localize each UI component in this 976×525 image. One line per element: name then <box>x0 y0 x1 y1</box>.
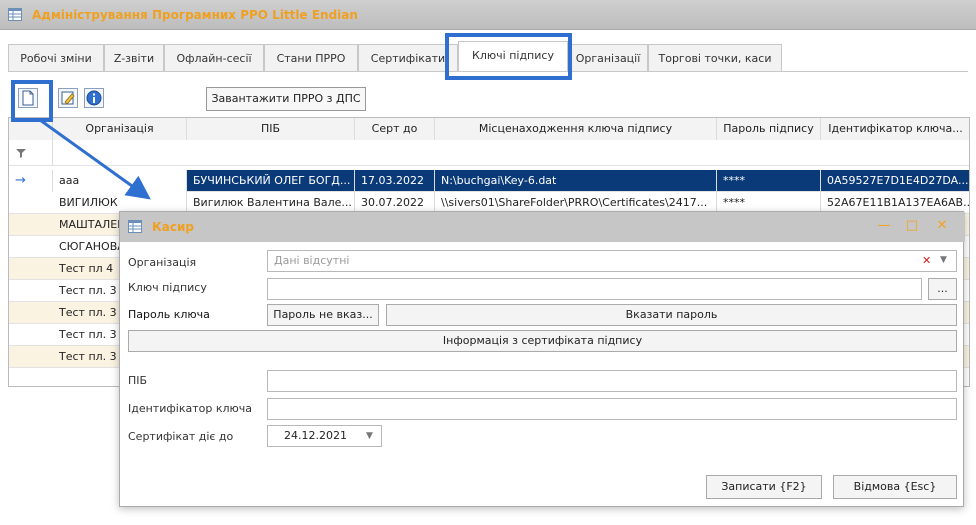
minimize-icon[interactable]: — <box>876 218 892 234</box>
date-dropdown-icon[interactable]: ▼ <box>366 431 373 441</box>
clear-icon[interactable]: ✕ <box>922 254 931 267</box>
pwd-label: Пароль ключа <box>128 308 210 321</box>
keyid-label: Ідентифікатор ключа <box>128 402 253 415</box>
maximize-icon[interactable]: □ <box>904 218 920 234</box>
dialog-grid-icon <box>128 220 142 233</box>
pib-field[interactable] <box>267 370 957 392</box>
valid-until-date[interactable]: 24.12.2021 <box>267 425 382 447</box>
cancel-button[interactable]: Відмова {Esc} <box>833 475 957 499</box>
org-label: Організація <box>128 256 197 269</box>
dialog-titlebar: Касир — □ ✕ <box>120 212 965 242</box>
org-select[interactable]: Дані відсутні <box>267 250 957 272</box>
valid-until-label: Сертифікат діє до <box>128 430 234 443</box>
save-button[interactable]: Записати {F2} <box>706 475 822 499</box>
key-path-field[interactable] <box>267 278 922 300</box>
set-password-button[interactable]: Вказати пароль <box>386 304 957 326</box>
cert-info-button[interactable]: Інформація з сертифіката підпису <box>128 330 957 352</box>
key-label: Ключ підпису <box>128 281 207 294</box>
pib-label: ПІБ <box>128 374 148 387</box>
close-icon[interactable]: ✕ <box>934 218 950 234</box>
password-state-button[interactable]: Пароль не вказ... <box>267 304 379 326</box>
keyid-field[interactable] <box>267 398 957 420</box>
chevron-down-icon[interactable]: ▼ <box>940 255 947 265</box>
dialog-title: Касир <box>152 220 195 234</box>
browse-button[interactable]: ... <box>928 278 957 300</box>
cashier-dialog: Касир — □ ✕ Організація Дані відсутні ✕ … <box>119 211 965 507</box>
